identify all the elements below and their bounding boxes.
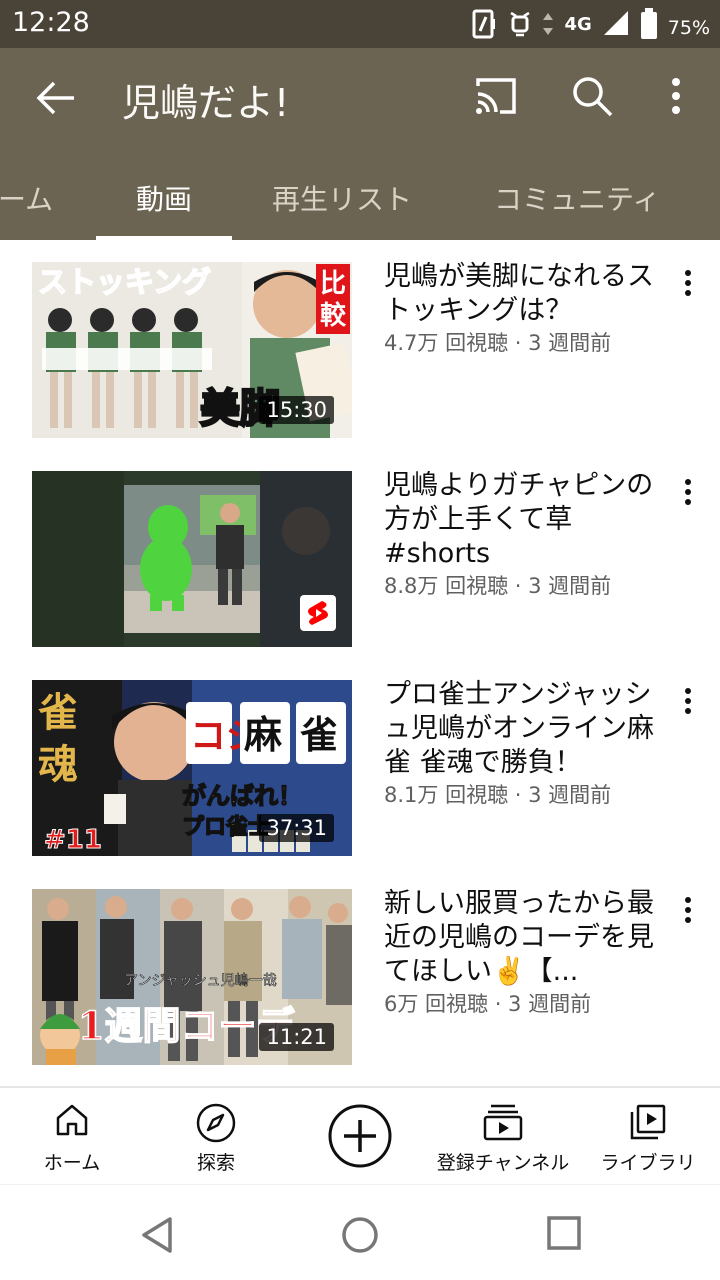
video-item[interactable]: ストッキング 比 較 美脚 15:30 児嶋が美脚になれるストッキングは？ 4.… bbox=[0, 240, 720, 438]
status-icons: 4G 75% bbox=[472, 8, 710, 40]
shorts-badge bbox=[300, 595, 336, 631]
thumb-tile-jan: 雀 bbox=[300, 713, 338, 757]
nav-subscriptions[interactable]: 登録チャンネル bbox=[428, 1088, 578, 1186]
nav-home[interactable]: ホーム bbox=[22, 1088, 122, 1186]
thumb-pro-text: プロ雀士 bbox=[182, 815, 270, 840]
video-duration: 37:31 bbox=[259, 814, 334, 842]
nav-explore-label: 探索 bbox=[196, 1152, 235, 1174]
video-title[interactable]: 児嶋よりガチャピンの方が上手くて草 #shorts bbox=[384, 469, 664, 571]
video-meta[interactable]: プロ雀士アンジャッシュ児嶋がオンライン麻雀 雀魂で勝負！ 8.1万 回視聴 · … bbox=[384, 678, 664, 810]
nav-create[interactable] bbox=[310, 1088, 410, 1186]
video-meta[interactable]: 児嶋よりガチャピンの方が上手くて草 #shorts 8.8万 回視聴 · 3 週… bbox=[384, 469, 664, 601]
cast-icon[interactable] bbox=[474, 76, 518, 116]
video-title[interactable]: 児嶋が美脚になれるストッキングは？ bbox=[384, 260, 664, 328]
signal-icon bbox=[603, 11, 628, 35]
thumb-compare-text: 比 bbox=[320, 269, 346, 299]
video-item[interactable]: 児嶋よりガチャピンの方が上手くて草 #shorts 8.8万 回視聴 · 3 週… bbox=[0, 449, 720, 647]
nav-explore[interactable]: 探索 bbox=[166, 1088, 266, 1186]
shorts-icon bbox=[308, 601, 328, 625]
nav-subscriptions-label: 登録チャンネル bbox=[436, 1152, 570, 1174]
alarm-icon bbox=[510, 11, 531, 37]
library-icon bbox=[630, 1104, 666, 1140]
video-stats: 6万 回視聴 · 3 週間前 bbox=[384, 992, 592, 1016]
video-stats: 8.8万 回視聴 · 3 週間前 bbox=[384, 574, 612, 598]
status-bar: 12:28 4G 75% bbox=[0, 0, 720, 48]
nav-library-label: ライブラリ bbox=[600, 1152, 696, 1174]
system-recents-icon[interactable] bbox=[546, 1215, 582, 1251]
video-thumbnail[interactable]: ストッキング 比 較 美脚 15:30 bbox=[32, 262, 352, 438]
more-vert-icon[interactable] bbox=[676, 686, 700, 716]
tab-playlists[interactable]: 再生リスト bbox=[272, 178, 412, 218]
create-plus-icon bbox=[328, 1104, 392, 1168]
system-navigation-bar bbox=[0, 1184, 720, 1280]
nav-home-label: ホーム bbox=[43, 1152, 101, 1174]
video-item[interactable]: アンジャッシュ児嶋一哉 1週間コーデ 11:21 新しい服買ったから最近の児嶋の… bbox=[0, 867, 720, 1065]
video-title[interactable]: 新しい服買ったから最近の児嶋のコーデを見てほしい✌️【... bbox=[384, 887, 664, 989]
video-meta[interactable]: 新しい服買ったから最近の児嶋のコーデを見てほしい✌️【... 6万 回視聴 · … bbox=[384, 887, 664, 1019]
battery-icon bbox=[640, 8, 657, 39]
subscriptions-icon bbox=[483, 1104, 523, 1141]
data-arrows-icon bbox=[543, 13, 554, 35]
video-item[interactable]: 雀 魂 コジ 麻 雀 がんばれ！ プロ雀士 #11 37:31 プロ雀士アンジャ… bbox=[0, 658, 720, 856]
video-thumbnail[interactable]: アンジャッシュ児嶋一哉 1週間コーデ 11:21 bbox=[32, 889, 352, 1065]
nav-library[interactable]: ライブラリ bbox=[590, 1088, 706, 1186]
thumb-title-text: ストッキング bbox=[38, 265, 211, 299]
more-vert-icon[interactable] bbox=[676, 477, 700, 507]
video-list: ストッキング 比 較 美脚 15:30 児嶋が美脚になれるストッキングは？ 4.… bbox=[0, 240, 720, 1086]
tab-home[interactable]: ーム bbox=[0, 178, 53, 218]
video-stats: 8.1万 回視聴 · 3 週間前 bbox=[384, 783, 612, 807]
system-back-icon[interactable] bbox=[138, 1215, 178, 1255]
bottom-navigation: ホーム 探索 登録チャンネル ライブラリ bbox=[0, 1086, 720, 1184]
video-title[interactable]: プロ雀士アンジャッシュ児嶋がオンライン麻雀 雀魂で勝負！ bbox=[384, 678, 664, 780]
system-home-icon[interactable] bbox=[340, 1215, 380, 1255]
svg-text:較: 較 bbox=[320, 300, 347, 331]
more-vert-icon[interactable] bbox=[676, 268, 700, 298]
thumb-tile-ma: 麻 bbox=[244, 713, 282, 757]
tab-community[interactable]: コミュニティ bbox=[494, 178, 660, 218]
battery-percent: 75% bbox=[667, 17, 710, 39]
video-meta[interactable]: 児嶋が美脚になれるストッキングは？ 4.7万 回視聴 · 3 週間前 bbox=[384, 260, 664, 358]
svg-text:魂: 魂 bbox=[38, 741, 78, 788]
more-vert-icon[interactable] bbox=[664, 74, 688, 118]
video-thumbnail[interactable] bbox=[32, 471, 352, 647]
thumb-episode-text: #11 bbox=[44, 825, 102, 855]
nfc-icon bbox=[472, 9, 496, 39]
explore-icon bbox=[196, 1103, 236, 1143]
video-thumbnail[interactable]: 雀 魂 コジ 麻 雀 がんばれ！ プロ雀士 #11 37:31 bbox=[32, 680, 352, 856]
channel-header: 児嶋だよ! ーム 動画 再生リスト コミュニティ bbox=[0, 48, 720, 240]
channel-title: 児嶋だよ! bbox=[122, 81, 290, 125]
thumb-logo-text: 雀 bbox=[38, 689, 78, 736]
thumb-name-text: アンジャッシュ児嶋一哉 bbox=[124, 973, 277, 989]
video-duration: 11:21 bbox=[259, 1023, 334, 1051]
video-duration: 15:30 bbox=[259, 396, 334, 424]
search-icon[interactable] bbox=[570, 74, 614, 118]
tab-videos[interactable]: 動画 bbox=[136, 178, 192, 218]
network-type: 4G bbox=[564, 13, 592, 35]
channel-tabs: ーム 動画 再生リスト コミュニティ bbox=[0, 168, 720, 240]
home-icon bbox=[56, 1104, 88, 1136]
status-time: 12:28 bbox=[12, 7, 90, 38]
video-stats: 4.7万 回視聴 · 3 週間前 bbox=[384, 331, 612, 355]
more-vert-icon[interactable] bbox=[676, 895, 700, 925]
thumb-cheer-text: がんばれ！ bbox=[182, 782, 302, 810]
back-arrow-icon[interactable] bbox=[34, 76, 78, 120]
